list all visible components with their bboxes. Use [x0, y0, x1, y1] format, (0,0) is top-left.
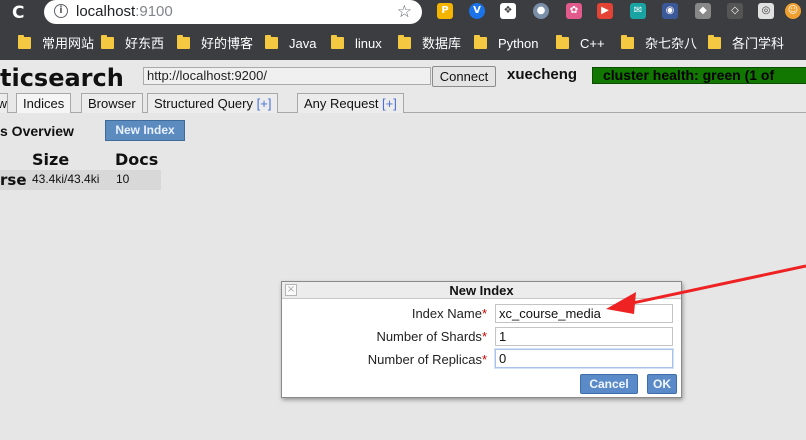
annotation-arrow	[606, 264, 806, 314]
arrow-head	[606, 292, 636, 314]
arrow-shaft	[627, 264, 806, 306]
